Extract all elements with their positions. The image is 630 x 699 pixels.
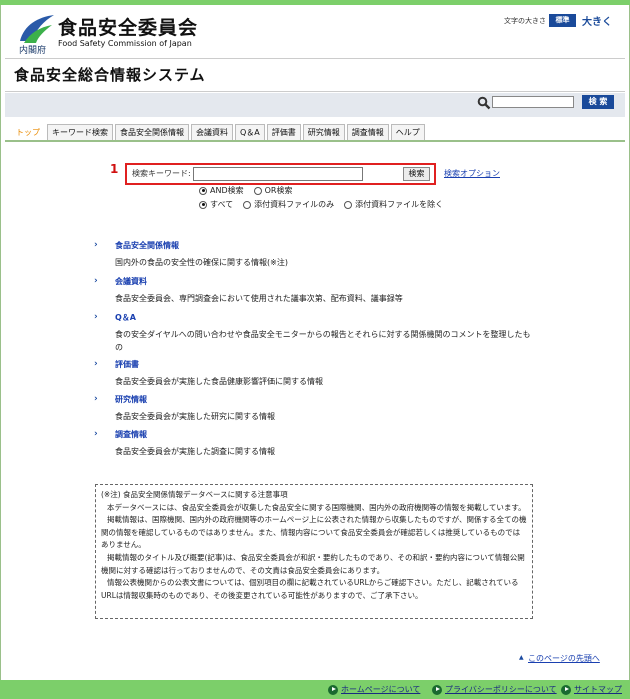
radio-or[interactable]: OR検索 [253,185,293,196]
search-icon [477,96,491,110]
item-description: 国内外の食品の安全性の確保に関する情報(※注) [115,258,288,267]
tab-research[interactable]: 研究情報 [302,124,345,140]
radio-all-label: すべて [210,200,234,209]
tab-help[interactable]: ヘルプ [390,124,425,140]
footer-link-label: プライバシーポリシーについて [445,685,557,694]
radio-all-button[interactable] [199,200,207,209]
main-tabs: トップ キーワード検索 食品安全関係情報 会議資料 Q＆A 評価書 研究情報 調… [11,124,427,140]
chevron-right-icon: › [94,394,98,404]
triangle-up-icon: ▲ [519,654,524,661]
item-link[interactable]: 研究情報 [115,394,147,405]
top-green-bar [0,0,630,5]
arrow-circle-icon [432,684,442,695]
search-options-link[interactable]: 検索オプション [444,168,500,179]
top-search-button[interactable]: 検 索 [582,95,614,109]
tab-assessment[interactable]: 評価書 [266,124,301,140]
footer-link-label: ホームページについて [341,685,421,694]
radio-attach-only-button[interactable] [243,200,252,209]
item-description: 食の安全ダイヤルへの問い合わせや食品安全モニターからの報告とそれらに対する関係機… [115,330,531,352]
font-size-standard-button[interactable]: 標準 [549,14,576,27]
tab-qa[interactable]: Q＆A [235,124,265,140]
item-description: 食品安全委員会、専門調査会において使用された議事次第、配布資料、議事録等 [115,294,403,303]
chevron-right-icon: › [94,276,98,286]
arrow-circle-icon [561,684,571,695]
footer-link-homepage[interactable]: ホームページについて [328,684,420,695]
tab-meeting-materials[interactable]: 会議資料 [191,124,233,140]
tab-top[interactable]: トップ [11,124,45,140]
radio-or-button[interactable] [253,186,262,195]
keyword-search-button[interactable]: 検索 [403,167,430,181]
notice-box: (※注) 食品安全関係情報データベースに関する注意事項 本データベースには、食品… [95,484,533,619]
radio-exclude-attach-label: 添付資料ファイルを除く [355,200,444,209]
search-mode-group: AND検索 OR検索 [199,185,302,196]
item-link[interactable]: 調査情報 [115,429,147,440]
font-size-label: 文字の大きさ [504,17,546,25]
tab-underline [5,140,625,142]
item-link[interactable]: 会議資料 [115,276,147,287]
cabinet-office-label: 内閣府 [19,46,47,56]
chevron-right-icon: › [94,312,98,322]
tab-keyword-search[interactable]: キーワード検索 [47,124,113,140]
arrow-circle-icon [328,684,338,695]
radio-all[interactable]: すべて [199,199,233,210]
item-description: 食品安全委員会が実施した研究に関する情報 [115,412,275,421]
chevron-right-icon: › [94,240,98,250]
system-title: 食品安全総合情報システム [14,66,206,84]
footer-link-sitemap[interactable]: サイトマップ [561,684,622,695]
org-name-jp[interactable]: 食品安全委員会 [58,13,198,40]
radio-and-label: AND検索 [210,186,244,195]
org-name-en: Food Safety Commission of Japan [58,39,192,48]
top-search-input[interactable] [492,96,574,108]
radio-exclude-attach[interactable]: 添付資料ファイルを除く [344,199,443,210]
chevron-right-icon: › [94,429,98,439]
keyword-label: 検索キーワード: [132,169,191,178]
tab-food-safety-info[interactable]: 食品安全関係情報 [115,124,189,140]
annotation-marker: 1 [110,162,119,176]
item-description: 食品安全委員会が実施した食品健康影響評価に関する情報 [115,377,323,386]
item-description: 食品安全委員会が実施した調査に関する情報 [115,447,275,456]
radio-and-button[interactable] [199,186,207,195]
notice-paragraph: 掲載情報は、国際機関、国内外の政府機関等のホームページ上に公表された情報から収集… [101,515,527,550]
chevron-right-icon: › [94,359,98,369]
notice-title: (※注) 食品安全関係情報データベースに関する注意事項 [101,490,288,499]
footer-link-privacy[interactable]: プライバシーポリシーについて [432,684,557,695]
page-top-link[interactable]: このページの先頭へ [528,653,600,664]
notice-paragraph: 掲載情報のタイトル及び概要(記事)は、食品安全委員会が和訳・要約したものであり、… [101,552,525,575]
notice-paragraph: 本データベースには、食品安全委員会が収集した食品安全に関する国際機関、国内外の政… [107,502,526,512]
radio-and[interactable]: AND検索 [199,185,244,196]
search-scope-group: すべて 添付資料ファイルのみ 添付資料ファイルを除く [199,199,453,210]
tab-survey[interactable]: 調査情報 [346,124,389,140]
radio-or-label: OR検索 [264,186,293,195]
footer-link-label: サイトマップ [574,685,622,694]
radio-attach-only-label: 添付資料ファイルのみ [254,200,335,209]
radio-attach-only[interactable]: 添付資料ファイルのみ [243,199,334,210]
notice-paragraph: 情報公表機関からの公表文書については、個別項目の欄に記載されているURLからご確… [101,578,519,600]
radio-exclude-attach-button[interactable] [344,200,353,209]
item-link[interactable]: Q＆A [115,312,136,323]
keyword-input[interactable] [193,167,363,181]
item-link[interactable]: 食品安全関係情報 [115,240,179,251]
font-size-large-button[interactable]: 大きく [582,13,612,28]
item-link[interactable]: 評価書 [115,359,139,370]
